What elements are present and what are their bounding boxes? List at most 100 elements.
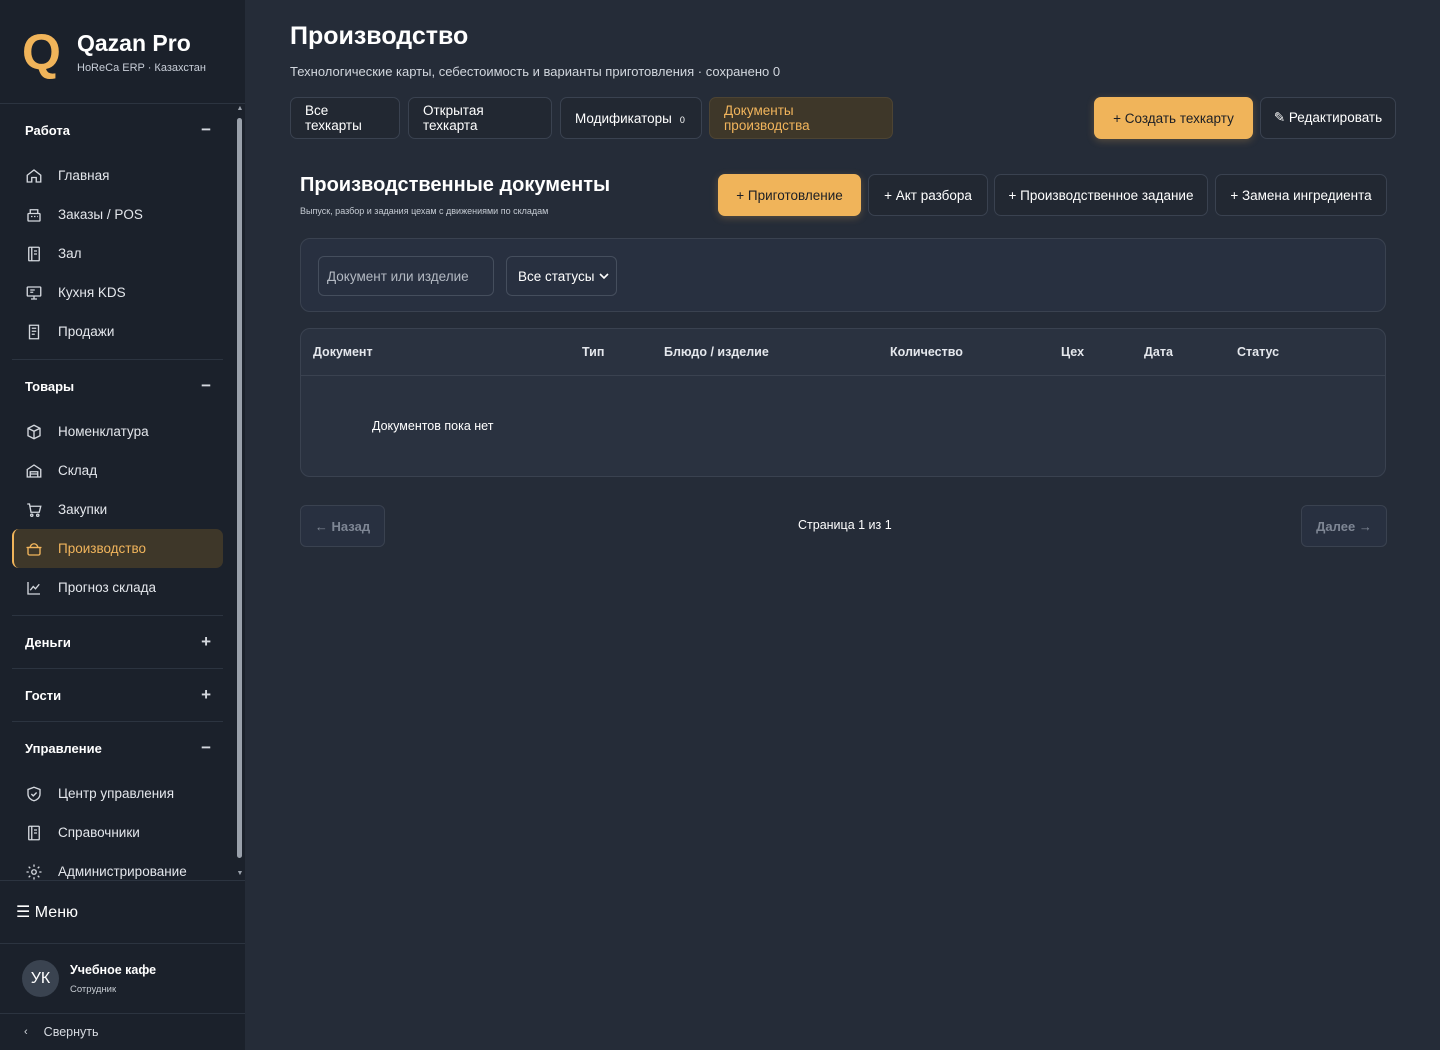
sidebar-item-label: Склад xyxy=(58,463,98,478)
brand-subtitle: HoReCa ERP · Казахстан xyxy=(77,61,206,74)
sidebar-item-label: Справочники xyxy=(58,825,140,840)
collapse-toggle-icon[interactable]: − xyxy=(201,738,211,758)
receipt-icon xyxy=(28,324,40,339)
sidebar-item-sales[interactable]: Продажи xyxy=(12,312,223,351)
nav-group-header[interactable]: Деньги + xyxy=(12,616,223,668)
sidebar-item-orders[interactable]: Заказы / POS xyxy=(12,195,223,234)
create-techcard-button[interactable]: + Создать техкарту xyxy=(1094,97,1253,139)
main-content: Производство Технологические карты, себе… xyxy=(245,0,1440,1050)
monitor-icon xyxy=(26,285,42,300)
sidebar-nav: Работа − Главная Заказы / POS Зал Кухня … xyxy=(0,104,245,880)
brand-logo: Q xyxy=(22,23,61,80)
nav-group-money: Деньги + xyxy=(12,616,223,669)
user-role: Сотрудник xyxy=(70,983,117,995)
sidebar-item-control-center[interactable]: Центр управления xyxy=(12,774,223,813)
sidebar-item-purchases[interactable]: Закупки xyxy=(12,490,223,529)
status-filter-select[interactable]: Все статусы xyxy=(506,256,617,296)
chart-icon xyxy=(27,581,40,595)
expand-toggle-icon[interactable]: + xyxy=(201,685,211,705)
document-search-input[interactable] xyxy=(318,256,494,296)
register-icon xyxy=(27,208,41,222)
tab-open-techcard[interactable]: Открытая техкарта xyxy=(408,97,552,139)
sidebar-item-label: Прогноз склада xyxy=(58,580,156,595)
sidebar-item-warehouse[interactable]: Склад xyxy=(12,451,223,490)
add-cooking-button[interactable]: + Приготовление xyxy=(718,174,861,216)
box-icon xyxy=(27,423,41,440)
page-title: Производство xyxy=(290,22,469,50)
sidebar-item-admin[interactable]: Администрирование xyxy=(12,852,223,880)
user-profile[interactable]: УК Учебное кафе Сотрудник xyxy=(0,944,245,1014)
app-root: Q Qazan Pro HoReCa ERP · Казахстан Работ… xyxy=(0,0,1440,1050)
page-subtitle: Технологические карты, себестоимость и в… xyxy=(290,64,781,79)
cart-icon xyxy=(27,502,42,517)
column-header-document[interactable]: Документ xyxy=(313,345,373,359)
sidebar-item-label: Центр управления xyxy=(58,786,175,801)
tab-production-documents[interactable]: Документы производства xyxy=(709,97,893,139)
sidebar-item-label: Заказы / POS xyxy=(58,207,143,222)
sidebar-item-hall[interactable]: Зал xyxy=(12,234,223,273)
user-name: Учебное кафе xyxy=(70,962,157,977)
book-icon xyxy=(28,246,40,261)
tab-modifiers[interactable]: Модификаторы 0 xyxy=(560,97,702,139)
section-subtitle: Выпуск, разбор и задания цехам с движени… xyxy=(300,206,549,216)
sidebar-item-production[interactable]: Производство xyxy=(12,529,223,568)
nav-group-header[interactable]: Работа − xyxy=(12,104,223,156)
scroll-down-arrow[interactable]: ▼ xyxy=(236,870,244,878)
column-header-date[interactable]: Дата xyxy=(1144,345,1173,359)
chevron-down-icon xyxy=(599,273,609,280)
sidebar-item-label: Закупки xyxy=(58,502,108,517)
collapse-toggle-icon[interactable]: − xyxy=(201,120,211,140)
expand-toggle-icon[interactable]: + xyxy=(201,632,211,652)
sidebar-item-home[interactable]: Главная xyxy=(12,156,223,195)
pot-icon xyxy=(26,542,42,556)
chevron-left-icon: ‹ xyxy=(24,1026,28,1038)
column-header-quantity[interactable]: Количество xyxy=(890,345,963,359)
column-header-status[interactable]: Статус xyxy=(1237,345,1279,359)
brand[interactable]: Q Qazan Pro HoReCa ERP · Казахстан xyxy=(0,0,245,104)
nav-group-header[interactable]: Управление − xyxy=(12,722,223,774)
sidebar-scrollbar[interactable] xyxy=(237,118,242,858)
prev-page-button[interactable]: ← Назад xyxy=(300,505,385,547)
sidebar-item-label: Номенклатура xyxy=(58,424,149,439)
documents-table: Документ Тип Блюдо / изделие Количество … xyxy=(300,328,1386,477)
sidebar-item-label: Главная xyxy=(58,168,110,183)
column-header-workshop[interactable]: Цех xyxy=(1061,345,1084,359)
empty-state-message: Документов пока нет xyxy=(372,419,494,433)
collapse-label: Свернуть xyxy=(43,1025,99,1039)
add-ingredient-replacement-button[interactable]: + Замена ингредиента xyxy=(1215,174,1387,216)
nav-group-management: Управление − Центр управления Справочник… xyxy=(12,722,223,880)
status-select-value: Все статусы xyxy=(518,268,595,284)
sidebar: Q Qazan Pro HoReCa ERP · Казахстан Работ… xyxy=(0,0,245,1050)
sidebar-item-forecast[interactable]: Прогноз склада xyxy=(12,568,223,607)
column-header-dish[interactable]: Блюдо / изделие xyxy=(664,345,769,359)
scroll-up-arrow[interactable]: ▲ xyxy=(236,105,244,113)
next-page-button[interactable]: Далее → xyxy=(1301,505,1387,547)
sidebar-item-kitchen[interactable]: Кухня KDS xyxy=(12,273,223,312)
sidebar-item-label: Продажи xyxy=(58,324,115,339)
add-disassembly-button[interactable]: + Акт разбора xyxy=(868,174,988,216)
nav-group-header[interactable]: Товары − xyxy=(12,360,223,412)
collapse-sidebar-button[interactable]: ‹ Свернуть xyxy=(0,1014,245,1050)
nav-group-work: Работа − Главная Заказы / POS Зал Кухня … xyxy=(12,104,223,360)
tab-label: Документы производства xyxy=(724,103,810,133)
sidebar-item-label: Кухня KDS xyxy=(58,285,126,300)
tab-all-techcards[interactable]: Все техкарты xyxy=(290,97,400,139)
collapse-toggle-icon[interactable]: − xyxy=(201,376,211,396)
tab-count-badge: 0 xyxy=(679,115,685,125)
table-header: Документ Тип Блюдо / изделие Количество … xyxy=(301,329,1385,376)
edit-button[interactable]: ✎ Редактировать xyxy=(1260,97,1396,139)
add-production-task-button[interactable]: + Производственное задание xyxy=(994,174,1208,216)
pagination-text: Страница 1 из 1 xyxy=(798,518,892,532)
section-title: Производственные документы xyxy=(300,174,611,196)
nav-group-label: Управление xyxy=(25,740,102,756)
sidebar-item-label: Производство xyxy=(58,541,147,556)
column-header-type[interactable]: Тип xyxy=(582,345,604,359)
sidebar-item-nomenclature[interactable]: Номенклатура xyxy=(12,412,223,451)
nav-group-label: Гости xyxy=(25,687,62,703)
nav-group-label: Деньги xyxy=(25,634,71,650)
nav-group-header[interactable]: Гости + xyxy=(12,669,223,721)
nav-group-label: Товары xyxy=(25,378,75,394)
filter-panel: Все статусы xyxy=(300,238,1386,312)
menu-button[interactable]: ☰ Меню xyxy=(0,880,245,944)
sidebar-item-references[interactable]: Справочники xyxy=(12,813,223,852)
